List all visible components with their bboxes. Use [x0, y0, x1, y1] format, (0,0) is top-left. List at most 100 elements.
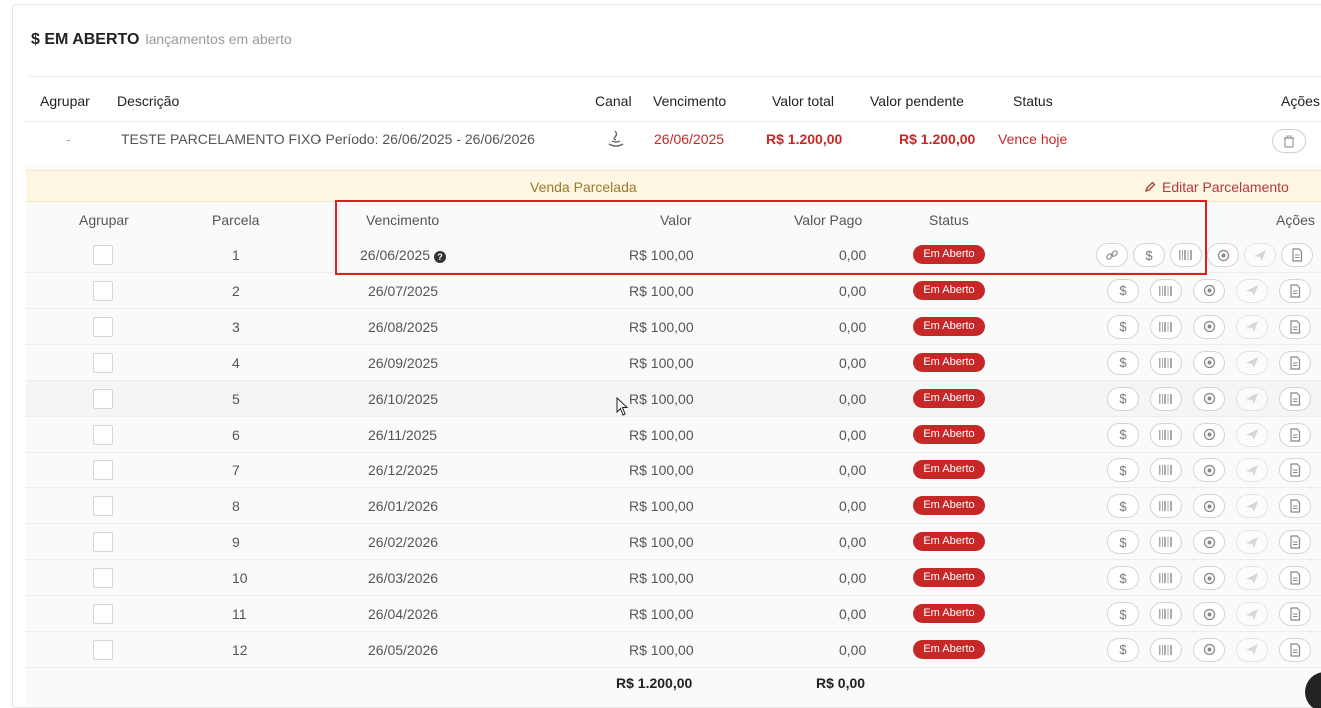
generate-boleto-button[interactable]	[1150, 637, 1182, 662]
generate-pix-button[interactable]	[1193, 637, 1225, 662]
group-checkbox[interactable]	[93, 604, 113, 624]
edit-installments-link[interactable]: Editar Parcelamento	[1144, 179, 1289, 195]
generate-boleto-button[interactable]	[1150, 314, 1182, 339]
help-icon[interactable]: ?	[433, 251, 446, 263]
sub-col-parcela: Parcela	[212, 212, 260, 228]
generate-boleto-button[interactable]	[1150, 278, 1182, 303]
view-receipt-button[interactable]	[1279, 637, 1311, 662]
delete-button[interactable]	[1272, 129, 1306, 153]
installment-row: 6 26/11/2025 R$ 100,00 0,00 Em Aberto $	[26, 417, 1321, 453]
pix-icon	[1203, 500, 1216, 513]
generate-pix-button[interactable]	[1193, 602, 1225, 626]
main-row-status: Vence hoje	[998, 131, 1068, 147]
send-charge-button[interactable]	[1236, 350, 1268, 375]
send-charge-button[interactable]	[1236, 422, 1268, 447]
edit-installments-label: Editar Parcelamento	[1162, 179, 1289, 195]
view-receipt-button[interactable]	[1279, 458, 1311, 483]
register-payment-button[interactable]: $	[1107, 386, 1139, 411]
view-receipt-button[interactable]	[1279, 422, 1311, 447]
installment-paid: 0,00	[839, 606, 867, 622]
generate-boleto-button[interactable]	[1150, 530, 1182, 555]
generate-boleto-button[interactable]	[1150, 494, 1182, 519]
installment-value: R$ 100,00	[629, 462, 694, 479]
view-receipt-button[interactable]	[1279, 602, 1311, 626]
link-icon	[1105, 248, 1119, 262]
installment-value: R$ 100,00	[629, 570, 694, 587]
group-checkbox[interactable]	[93, 280, 113, 301]
send-charge-button[interactable]	[1236, 314, 1268, 339]
register-payment-button[interactable]: $	[1107, 566, 1139, 591]
group-checkbox[interactable]	[93, 388, 113, 409]
generate-boleto-button[interactable]	[1150, 422, 1182, 447]
page-subtitle: lançamentos em aberto	[145, 31, 292, 47]
send-charge-button[interactable]	[1236, 602, 1268, 626]
group-checkbox[interactable]	[93, 460, 113, 481]
register-payment-button[interactable]: $	[1107, 350, 1139, 375]
installment-due-date: 26/06/2025 ?	[360, 247, 446, 263]
parcela-number: 1	[232, 247, 240, 263]
generate-pix-button[interactable]	[1193, 386, 1225, 411]
copy-link-button[interactable]	[1096, 243, 1128, 267]
generate-boleto-button[interactable]	[1150, 602, 1182, 626]
group-checkbox[interactable]	[93, 316, 113, 337]
send-charge-button[interactable]	[1236, 278, 1268, 303]
send-charge-button[interactable]	[1236, 530, 1268, 555]
register-payment-button[interactable]: $	[1107, 314, 1139, 339]
register-payment-button[interactable]: $	[1107, 458, 1139, 483]
send-charge-button[interactable]	[1236, 637, 1268, 662]
view-receipt-button[interactable]	[1281, 243, 1313, 267]
register-payment-button[interactable]: $	[1107, 637, 1139, 662]
send-icon	[1245, 320, 1259, 333]
group-checkbox[interactable]	[93, 639, 113, 660]
dollar-icon: $	[1119, 355, 1127, 371]
register-payment-button[interactable]: $	[1107, 422, 1139, 447]
generate-boleto-button[interactable]	[1170, 243, 1202, 267]
group-checkbox[interactable]	[93, 352, 113, 373]
installment-banner: Venda Parcelada Editar Parcelamento	[26, 170, 1321, 202]
send-charge-button[interactable]	[1236, 494, 1268, 519]
generate-pix-button[interactable]	[1193, 566, 1225, 591]
view-receipt-button[interactable]	[1279, 386, 1311, 411]
dollar-icon: $	[1119, 283, 1127, 299]
view-receipt-button[interactable]	[1279, 566, 1311, 591]
generate-pix-button[interactable]	[1207, 243, 1239, 267]
group-checkbox[interactable]	[93, 532, 113, 553]
group-checkbox[interactable]	[93, 496, 113, 517]
register-payment-button[interactable]: $	[1107, 530, 1139, 555]
generate-boleto-button[interactable]	[1150, 386, 1182, 411]
due-date-text: 26/12/2025	[368, 462, 439, 479]
generate-pix-button[interactable]	[1193, 314, 1225, 339]
installment-due-date: 26/07/2025	[368, 283, 438, 299]
register-payment-button[interactable]: $	[1107, 494, 1139, 519]
group-checkbox[interactable]	[93, 568, 113, 589]
generate-boleto-button[interactable]	[1150, 458, 1182, 483]
dollar-icon: $	[1119, 606, 1127, 622]
register-payment-button[interactable]: $	[1107, 602, 1139, 626]
pix-icon	[1217, 249, 1230, 262]
register-payment-button[interactable]: $	[1133, 243, 1165, 267]
register-payment-button[interactable]: $	[1107, 278, 1139, 303]
send-icon	[1253, 249, 1267, 262]
generate-boleto-button[interactable]	[1150, 566, 1182, 591]
due-date-text: 26/02/2026	[368, 534, 439, 551]
generate-pix-button[interactable]	[1193, 422, 1225, 447]
generate-pix-button[interactable]	[1193, 458, 1225, 483]
generate-boleto-button[interactable]	[1150, 350, 1182, 375]
view-receipt-button[interactable]	[1279, 350, 1311, 375]
view-receipt-button[interactable]	[1279, 494, 1311, 519]
generate-pix-button[interactable]	[1193, 530, 1225, 555]
generate-pix-button[interactable]	[1193, 278, 1225, 303]
group-checkbox[interactable]	[93, 424, 113, 445]
send-charge-button[interactable]	[1236, 458, 1268, 483]
send-charge-button[interactable]	[1236, 566, 1268, 591]
group-checkbox[interactable]	[93, 245, 113, 265]
generate-pix-button[interactable]	[1193, 494, 1225, 519]
send-charge-button[interactable]	[1244, 243, 1276, 267]
document-icon	[1291, 248, 1303, 262]
send-charge-button[interactable]	[1236, 386, 1268, 411]
view-receipt-button[interactable]	[1279, 530, 1311, 555]
view-receipt-button[interactable]	[1279, 278, 1311, 303]
view-receipt-button[interactable]	[1279, 314, 1311, 339]
generate-pix-button[interactable]	[1193, 350, 1225, 375]
barcode-icon	[1158, 644, 1174, 656]
